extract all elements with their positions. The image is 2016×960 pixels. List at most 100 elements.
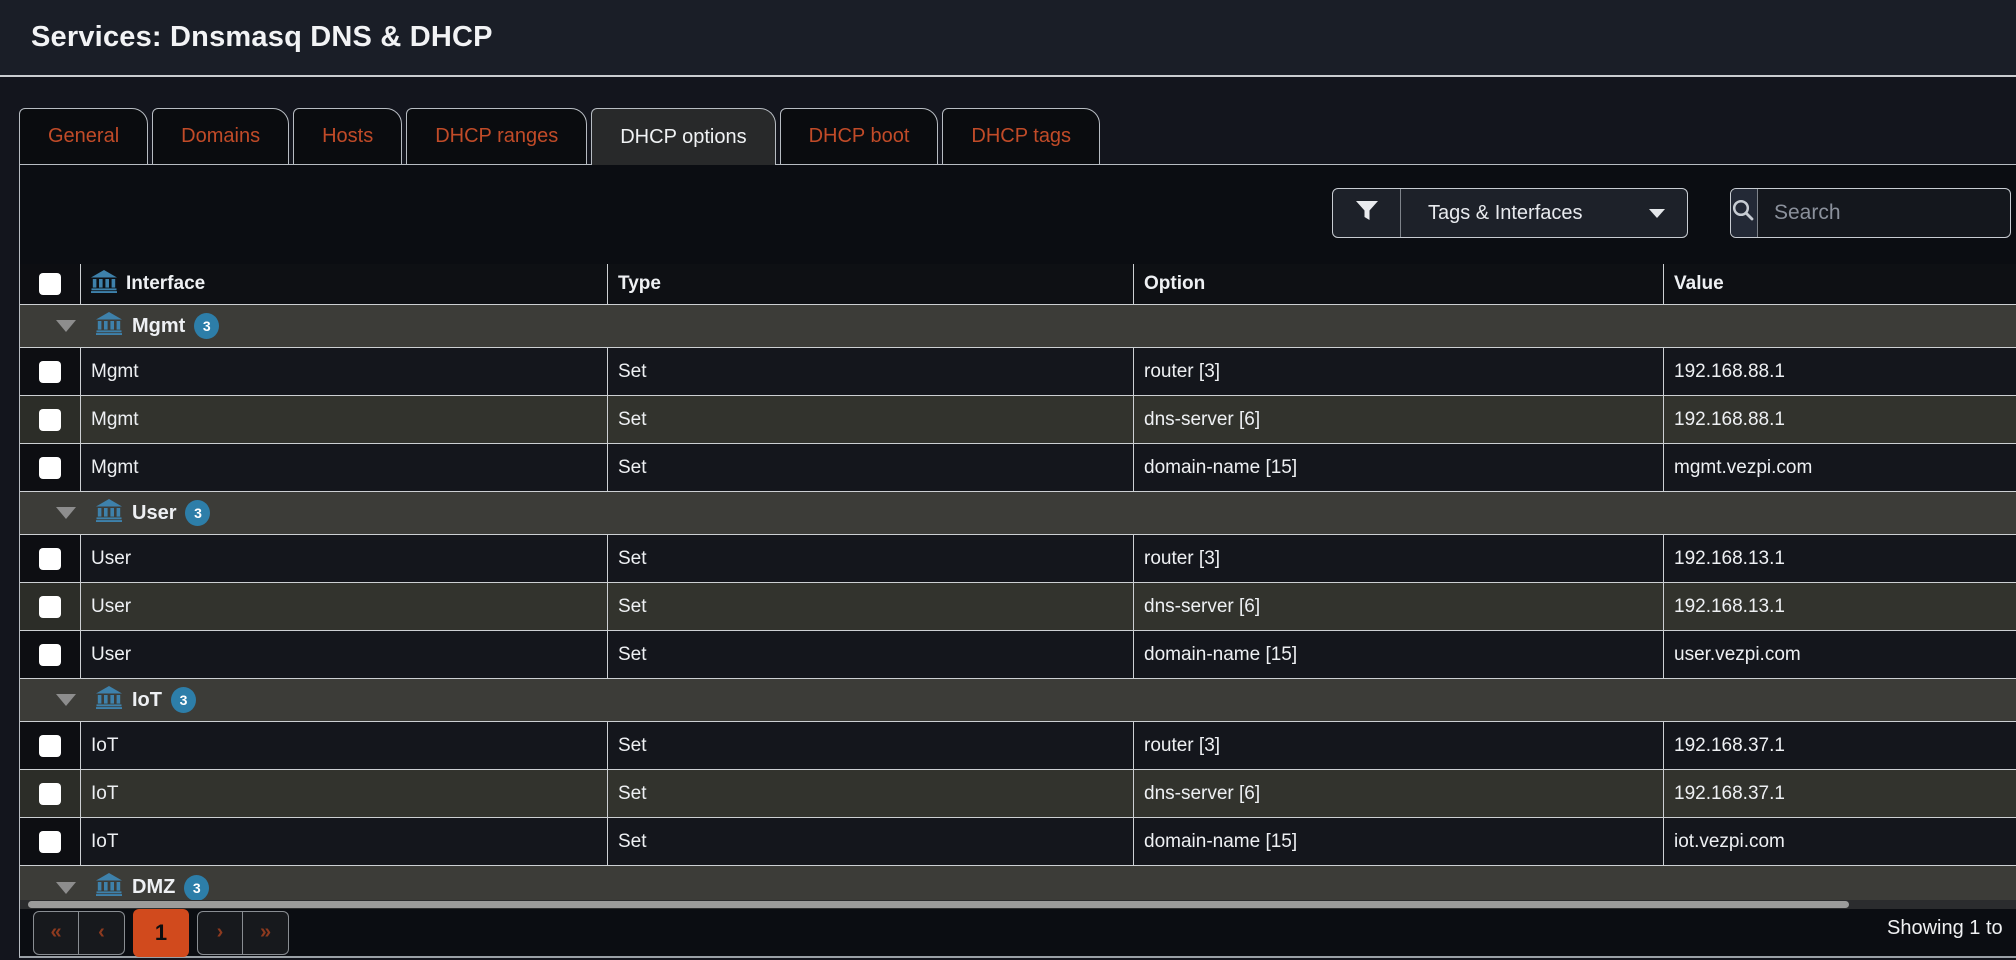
cell-type: Set xyxy=(608,818,1134,865)
row-checkbox[interactable] xyxy=(39,783,61,805)
showing-status: Showing 1 to xyxy=(1887,917,2003,940)
cell-type: Set xyxy=(608,770,1134,817)
table-row: User Set domain-name [15] user.vezpi.com xyxy=(20,631,2016,679)
cell-value: 192.168.37.1 xyxy=(1664,722,2016,769)
next-page-button[interactable]: › xyxy=(197,911,243,955)
collapse-arrow-icon[interactable] xyxy=(56,882,76,894)
row-checkbox[interactable] xyxy=(39,548,61,570)
search-input[interactable] xyxy=(1758,189,2011,237)
cell-value: user.vezpi.com xyxy=(1664,631,2016,678)
cell-option: router [3] xyxy=(1134,722,1664,769)
row-checkbox-cell xyxy=(20,535,81,582)
group-name: IoT xyxy=(132,689,162,712)
cell-type: Set xyxy=(608,396,1134,443)
tab-label: Hosts xyxy=(322,125,373,148)
current-page-button[interactable]: 1 xyxy=(133,909,189,957)
cell-value: mgmt.vezpi.com xyxy=(1664,444,2016,491)
cell-value: 192.168.13.1 xyxy=(1664,535,2016,582)
filter-dropdown[interactable]: Tags & Interfaces xyxy=(1332,188,1688,238)
last-page-button[interactable]: » xyxy=(243,911,289,955)
row-checkbox-cell xyxy=(20,818,81,865)
page-header: Services: Dnsmasq DNS & DHCP xyxy=(0,0,2016,77)
table-row: User Set dns-server [6] 192.168.13.1 xyxy=(20,583,2016,631)
table-row: Mgmt Set dns-server [6] 192.168.88.1 xyxy=(20,396,2016,444)
bank-icon xyxy=(96,686,122,715)
cell-type: Set xyxy=(608,722,1134,769)
tab-hosts[interactable]: Hosts xyxy=(293,108,402,165)
select-all-checkbox[interactable] xyxy=(39,273,61,295)
table-body: Mgmt 3 Mgmt Set router [3] 192.168.88.1 … xyxy=(20,305,2016,900)
tab-label: Domains xyxy=(181,125,260,148)
page-title: Services: Dnsmasq DNS & DHCP xyxy=(31,21,493,54)
row-checkbox-cell xyxy=(20,348,81,395)
tab-domains[interactable]: Domains xyxy=(152,108,289,165)
tab-dhcp-options[interactable]: DHCP options xyxy=(591,108,775,165)
search-icon xyxy=(1731,198,1757,229)
column-header-option[interactable]: Option xyxy=(1134,264,1664,304)
column-header-value[interactable]: Value xyxy=(1664,264,2016,304)
group-name: DMZ xyxy=(132,876,175,899)
cell-value: 192.168.88.1 xyxy=(1664,348,2016,395)
row-checkbox-cell xyxy=(20,583,81,630)
header-checkbox-cell xyxy=(20,264,81,304)
table-row: IoT Set router [3] 192.168.37.1 xyxy=(20,722,2016,770)
collapse-arrow-icon[interactable] xyxy=(56,507,76,519)
filter-dropdown-label: Tags & Interfaces xyxy=(1428,202,1583,225)
interface-group-row: IoT 3 xyxy=(20,679,2016,722)
collapse-arrow-icon[interactable] xyxy=(56,694,76,706)
row-checkbox[interactable] xyxy=(39,644,61,666)
table-row: IoT Set domain-name [15] iot.vezpi.com xyxy=(20,818,2016,866)
dhcp-options-table: Interface Type Option Value xyxy=(20,264,2016,900)
cell-option: dns-server [6] xyxy=(1134,770,1664,817)
tab-dhcp-tags[interactable]: DHCP tags xyxy=(942,108,1100,165)
funnel-icon xyxy=(1355,201,1379,226)
cell-type: Set xyxy=(608,535,1134,582)
cell-interface: Mgmt xyxy=(81,396,608,443)
column-header-type[interactable]: Type xyxy=(608,264,1134,304)
tab-dhcp-ranges[interactable]: DHCP ranges xyxy=(406,108,587,165)
filter-button[interactable] xyxy=(1333,189,1401,237)
tab-label: DHCP options xyxy=(620,126,746,149)
cell-type: Set xyxy=(608,348,1134,395)
tab-general[interactable]: General xyxy=(19,108,148,165)
cell-interface: Mgmt xyxy=(81,348,608,395)
bank-icon xyxy=(91,270,117,299)
cell-option: dns-server [6] xyxy=(1134,583,1664,630)
cell-value: 192.168.13.1 xyxy=(1664,583,2016,630)
table-row: IoT Set dns-server [6] 192.168.37.1 xyxy=(20,770,2016,818)
group-name: User xyxy=(132,502,176,525)
row-checkbox[interactable] xyxy=(39,831,61,853)
group-name: Mgmt xyxy=(132,315,185,338)
row-checkbox[interactable] xyxy=(39,457,61,479)
prev-page-button[interactable]: ‹ xyxy=(79,911,125,955)
cell-option: dns-server [6] xyxy=(1134,396,1664,443)
row-checkbox[interactable] xyxy=(39,409,61,431)
search-button[interactable] xyxy=(1731,189,1758,237)
cell-option: domain-name [15] xyxy=(1134,818,1664,865)
tab-label: General xyxy=(48,125,119,148)
cell-interface: IoT xyxy=(81,818,608,865)
cell-interface: IoT xyxy=(81,770,608,817)
horizontal-scrollbar xyxy=(20,900,2016,909)
search-box xyxy=(1730,188,2011,238)
collapse-arrow-icon[interactable] xyxy=(56,320,76,332)
first-page-button[interactable]: « xyxy=(33,911,79,955)
horizontal-scrollbar-thumb[interactable] xyxy=(28,901,1849,908)
row-checkbox[interactable] xyxy=(39,596,61,618)
tab-dhcp-boot[interactable]: DHCP boot xyxy=(780,108,939,165)
interface-group-row: DMZ 3 xyxy=(20,866,2016,900)
row-checkbox-cell xyxy=(20,444,81,491)
cell-type: Set xyxy=(608,631,1134,678)
cell-type: Set xyxy=(608,444,1134,491)
cell-value: iot.vezpi.com xyxy=(1664,818,2016,865)
cell-option: domain-name [15] xyxy=(1134,444,1664,491)
row-checkbox[interactable] xyxy=(39,361,61,383)
column-header-interface[interactable]: Interface xyxy=(81,264,608,304)
table-row: User Set router [3] 192.168.13.1 xyxy=(20,535,2016,583)
pagination: « ‹ 1 › » xyxy=(33,909,289,957)
row-checkbox[interactable] xyxy=(39,735,61,757)
group-count-badge: 3 xyxy=(171,687,196,713)
row-checkbox-cell xyxy=(20,770,81,817)
interface-group-row: User 3 xyxy=(20,492,2016,535)
cell-interface: IoT xyxy=(81,722,608,769)
